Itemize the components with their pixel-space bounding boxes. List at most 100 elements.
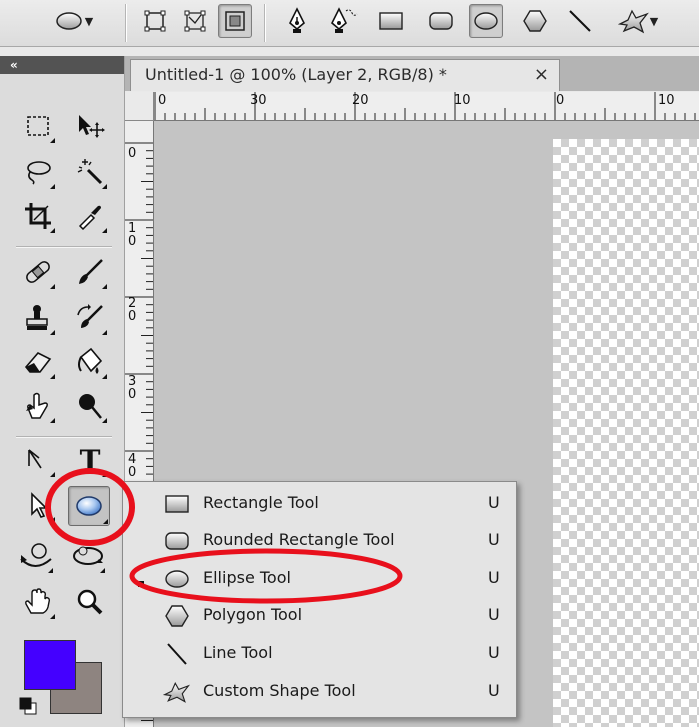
shape-layers-button[interactable] <box>138 4 172 38</box>
foreground-color-swatch[interactable] <box>24 640 76 690</box>
freeform-pen-icon <box>331 7 358 33</box>
tool-preset-picker[interactable]: ▼ <box>40 4 108 38</box>
horizontal-ruler[interactable]: 0 30 20 10 0 10 <box>154 92 699 121</box>
chevron-down-icon: ▼ <box>84 14 94 28</box>
zoom-tool[interactable] <box>72 584 108 620</box>
custom-shape-icon <box>163 679 191 705</box>
flyout-item-shortcut: U <box>488 493 500 512</box>
move-tool[interactable] <box>72 108 108 144</box>
flyout-item-shortcut: U <box>488 568 500 587</box>
document-tab-bar: Untitled-1 @ 100% (Layer 2, RGB/8) * × <box>125 56 699 91</box>
ruler-origin[interactable] <box>125 92 154 121</box>
custom-shape-icon <box>617 9 649 34</box>
transparent-canvas[interactable] <box>553 139 699 727</box>
flyout-item-label: Custom Shape Tool <box>203 681 356 700</box>
rectangular-marquee-tool[interactable] <box>20 108 56 144</box>
options-bar: ▼ ▼ <box>0 0 699 47</box>
ruler-label: 20 <box>128 296 137 324</box>
path-selection-tool[interactable] <box>20 487 56 523</box>
ruler-label: 10 <box>658 93 675 108</box>
rounded-rectangle-icon <box>429 12 453 30</box>
document-tab[interactable]: Untitled-1 @ 100% (Layer 2, RGB/8) * × <box>130 59 560 91</box>
collapse-panel-icon[interactable]: « <box>10 58 18 72</box>
ruler-label: 20 <box>352 93 369 108</box>
flyout-item-rounded-rectangle-tool[interactable]: Rounded Rectangle Tool U <box>123 522 516 559</box>
hand-icon <box>25 588 51 614</box>
dodge-tool[interactable] <box>20 388 56 424</box>
pen-tool[interactable] <box>20 442 56 478</box>
3d-rotate-icon <box>20 543 52 567</box>
flyout-item-label: Rectangle Tool <box>203 493 319 512</box>
chevron-down-icon: ▼ <box>649 14 659 28</box>
magic-wand-icon <box>77 159 103 185</box>
pen-icon <box>289 7 305 33</box>
ellipse-tool-icon <box>76 496 102 516</box>
line-shape-button[interactable] <box>563 4 597 38</box>
fill-pixels-button[interactable] <box>218 4 252 38</box>
line-icon <box>163 641 191 667</box>
flyout-item-shortcut: U <box>488 530 500 549</box>
default-colors-icon[interactable] <box>18 696 38 716</box>
smudge-finger-icon <box>26 392 48 419</box>
ellipse-preset-icon <box>56 12 82 30</box>
magic-wand-tool[interactable] <box>72 154 108 190</box>
paint-bucket-tool[interactable] <box>72 344 108 380</box>
arrow-pointer-icon <box>31 492 48 518</box>
rectangle-icon <box>163 491 191 517</box>
type-tool[interactable]: T <box>72 442 108 478</box>
hand-tool[interactable] <box>20 584 56 620</box>
flyout-item-shortcut: U <box>488 605 500 624</box>
line-icon <box>569 10 591 32</box>
polygon-shape-button[interactable] <box>518 4 552 38</box>
rectangle-shape-button[interactable] <box>374 4 408 38</box>
type-tool-label: T <box>79 443 101 477</box>
flyout-item-polygon-tool[interactable]: Polygon Tool U <box>123 597 516 634</box>
crop-tool[interactable] <box>20 198 56 234</box>
marquee-icon <box>27 116 49 136</box>
pen-nib-icon <box>28 449 42 469</box>
eyedropper-tool[interactable] <box>72 198 108 234</box>
ruler-label: 0 <box>158 93 167 108</box>
rounded-rectangle-shape-button[interactable] <box>424 4 458 38</box>
custom-shape-button[interactable]: ▼ <box>608 4 668 38</box>
flyout-item-label: Ellipse Tool <box>203 568 291 587</box>
paths-button[interactable] <box>178 4 212 38</box>
ruler-label: 10 <box>128 221 137 249</box>
dodge-burn-icon <box>79 394 102 419</box>
shape-layers-icon <box>144 10 166 32</box>
3d-rotate-tool[interactable] <box>18 538 54 574</box>
stamp-icon <box>26 305 48 330</box>
lasso-tool[interactable] <box>20 154 56 190</box>
rectangle-icon <box>379 12 403 30</box>
fill-pixels-icon <box>225 11 245 31</box>
eraser-tool[interactable] <box>20 344 56 380</box>
flyout-item-ellipse-tool[interactable]: Ellipse Tool U <box>123 560 516 597</box>
shape-tool[interactable] <box>68 486 110 526</box>
paths-icon <box>184 10 206 32</box>
spot-healing-brush-tool[interactable] <box>20 254 56 290</box>
ellipse-shape-button[interactable] <box>469 4 503 38</box>
history-brush-tool[interactable] <box>72 300 108 336</box>
ruler-label: 10 <box>454 93 471 108</box>
freeform-pen-tool-button[interactable] <box>326 4 360 38</box>
close-icon[interactable]: × <box>534 60 549 90</box>
flyout-item-label: Line Tool <box>203 643 273 662</box>
3d-orbit-tool[interactable] <box>70 538 106 574</box>
ruler-label: 30 <box>250 93 267 108</box>
tools-panel-header[interactable]: « <box>0 56 124 74</box>
clone-stamp-tool[interactable] <box>20 300 56 336</box>
burn-tool[interactable] <box>72 388 108 424</box>
pen-tool-button[interactable] <box>280 4 314 38</box>
flyout-item-line-tool[interactable]: Line Tool U <box>123 635 516 672</box>
brush-tool[interactable] <box>72 254 108 290</box>
flyout-item-custom-shape-tool[interactable]: Custom Shape Tool U <box>123 673 516 710</box>
flyout-item-rectangle-tool[interactable]: Rectangle Tool U <box>123 485 516 522</box>
document-title: Untitled-1 @ 100% (Layer 2, RGB/8) * <box>145 65 447 84</box>
polygon-icon <box>163 603 191 629</box>
lasso-icon <box>27 161 51 185</box>
shape-tool-flyout-menu: Rectangle Tool U Rounded Rectangle Tool … <box>122 481 517 718</box>
flyout-item-shortcut: U <box>488 643 500 662</box>
ruler-label: 0 <box>128 146 137 161</box>
bandage-icon <box>26 261 50 283</box>
ellipse-icon <box>474 12 498 30</box>
